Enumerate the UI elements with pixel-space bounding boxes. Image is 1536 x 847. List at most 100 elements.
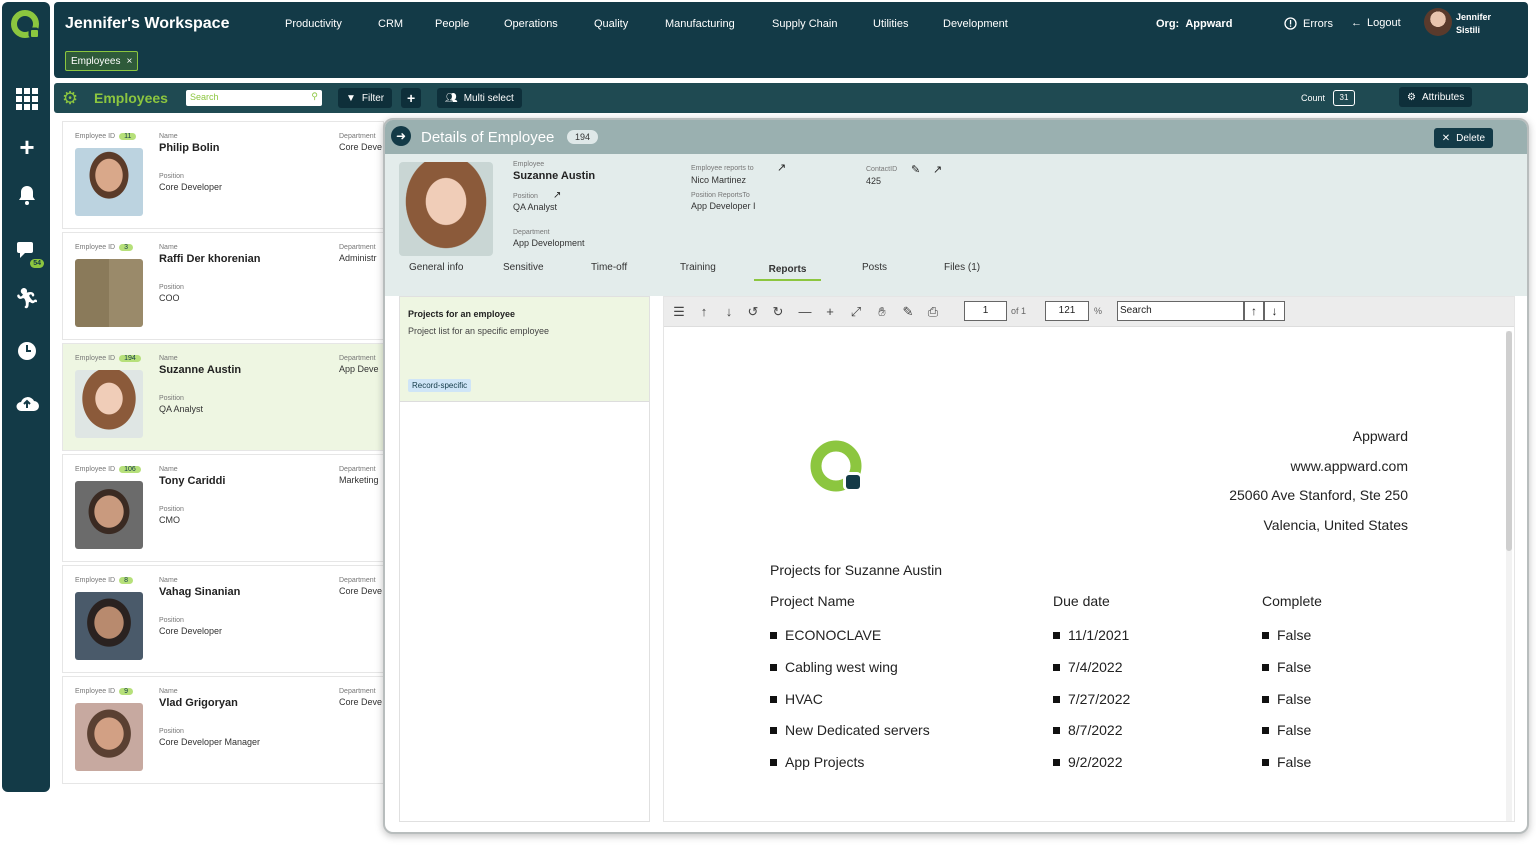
- name-label: Name: [159, 244, 178, 251]
- nav-productivity[interactable]: Productivity: [285, 18, 342, 30]
- nav-development[interactable]: Development: [943, 18, 1008, 30]
- bullet-icon: [770, 759, 777, 766]
- department-label: Department: [339, 688, 376, 695]
- zoom-input[interactable]: 121: [1045, 301, 1089, 321]
- zoom-in-icon[interactable]: +: [821, 304, 839, 320]
- chat-icon[interactable]: 54: [14, 238, 44, 268]
- delete-button[interactable]: ✕ Delete: [1433, 128, 1493, 148]
- open-tab-employees[interactable]: Employees ×: [65, 51, 139, 71]
- gear-icon: ⚙: [1407, 91, 1416, 103]
- logout-button[interactable]: ← Logout: [1351, 17, 1401, 29]
- employee-card[interactable]: Employee ID 11 Name Department Philip Bol…: [62, 121, 384, 229]
- filter-button[interactable]: ▼ Filter: [338, 88, 393, 108]
- add-icon[interactable]: +: [14, 134, 40, 160]
- viewer-scrollbar[interactable]: [1506, 331, 1512, 821]
- employee-id-badge: 9: [119, 688, 133, 695]
- org-selector[interactable]: Org: Appward: [1156, 18, 1232, 30]
- search-prev-icon[interactable]: ↑: [1244, 301, 1264, 321]
- bullet-icon: [1053, 632, 1060, 639]
- employee-name: Suzanne Austin: [159, 364, 242, 376]
- employee-card-selected[interactable]: Employee ID 194 Name Department Suzanne A…: [62, 343, 384, 451]
- search-next-icon[interactable]: ↓: [1264, 301, 1285, 321]
- apps-grid-icon[interactable]: [14, 86, 40, 112]
- search-placeholder: Search: [190, 92, 219, 102]
- multi-select-label: Multi select: [463, 92, 514, 104]
- tab-files[interactable]: Files (1): [944, 262, 980, 273]
- nav-utilities[interactable]: Utilities: [873, 18, 908, 30]
- menu-icon[interactable]: ☰: [670, 304, 688, 320]
- nav-crm[interactable]: CRM: [378, 18, 403, 30]
- gears-icon: ⚙: [62, 88, 79, 108]
- multi-select-button[interactable]: 👥︎ Multi select: [437, 88, 522, 108]
- employee-id-badge: 194: [119, 355, 141, 362]
- employee-card[interactable]: Employee ID 106 Name Department Tony Cari…: [62, 454, 384, 562]
- nav-quality[interactable]: Quality: [594, 18, 628, 30]
- tab-posts[interactable]: Posts: [862, 262, 887, 273]
- page-number-input[interactable]: 1: [964, 301, 1007, 321]
- employee-id-badge: 3: [119, 244, 133, 251]
- viewer-toolbar: ☰ ↑ ↓ ↺ ↻ — + ⤢ ✋︎ ✎ ⎙ 1 of 1 121 % Sear…: [664, 297, 1514, 327]
- employee-card[interactable]: Employee ID 9 Name Department Vlad Grigor…: [62, 676, 384, 784]
- nav-manufacturing[interactable]: Manufacturing: [665, 18, 735, 30]
- user-avatar[interactable]: [1424, 8, 1452, 36]
- print-icon[interactable]: ⎙: [924, 304, 942, 320]
- arrow-right-icon[interactable]: ➜: [391, 126, 411, 146]
- arrow-up-icon[interactable]: ↑: [695, 304, 713, 320]
- department-label: Department: [339, 133, 376, 140]
- search-input[interactable]: Search ⚲: [186, 90, 322, 106]
- rotate-left-icon[interactable]: ↺: [744, 304, 762, 320]
- employee-name: Tony Cariddi: [159, 475, 226, 487]
- appward-logo-icon[interactable]: [11, 10, 41, 40]
- external-link-icon[interactable]: ↗: [553, 190, 561, 201]
- department-label: Department: [339, 466, 376, 473]
- rotate-right-icon[interactable]: ↻: [769, 304, 787, 320]
- clock-icon[interactable]: [14, 338, 40, 364]
- close-icon[interactable]: ×: [126, 56, 132, 67]
- zoom-out-icon[interactable]: —: [796, 304, 814, 320]
- nav-people[interactable]: People: [435, 18, 469, 30]
- position-reports-value: App Developer I: [691, 201, 756, 211]
- external-link-icon[interactable]: ↗: [777, 161, 786, 174]
- external-link-icon[interactable]: ↗: [933, 163, 942, 176]
- employee-photo: [399, 162, 493, 256]
- attributes-button[interactable]: ⚙ Attributes: [1399, 87, 1473, 107]
- errors-button[interactable]: Errors: [1284, 17, 1333, 30]
- attributes-label: Attributes: [1421, 91, 1465, 103]
- user-last-name: Sistili: [1456, 25, 1481, 35]
- bullet-icon: [1053, 696, 1060, 703]
- employee-card[interactable]: Employee ID 3 Name Department Raffi Der k…: [62, 232, 384, 340]
- name-label: Name: [159, 688, 178, 695]
- tab-training[interactable]: Training: [680, 262, 716, 273]
- cloud-upload-icon[interactable]: [14, 390, 40, 416]
- tab-general-info[interactable]: General info: [409, 262, 463, 273]
- project-complete: False: [1262, 659, 1311, 675]
- tab-time-off[interactable]: Time-off: [591, 262, 627, 273]
- employee-position: Core Developer: [159, 626, 223, 636]
- nav-supply-chain[interactable]: Supply Chain: [772, 18, 837, 30]
- add-button[interactable]: +: [401, 88, 422, 108]
- employee-card[interactable]: Employee ID 8 Name Department Vahag Sinan…: [62, 565, 384, 673]
- employee-id-label: Employee ID 9: [75, 688, 133, 695]
- user-name[interactable]: Jennifer Sistili: [1456, 11, 1491, 37]
- annotate-pen-icon[interactable]: ✎: [899, 304, 917, 320]
- running-person-icon[interactable]: 🏃︎: [14, 286, 40, 312]
- fit-page-icon[interactable]: ⤢: [847, 304, 865, 320]
- employee-department: Administr: [339, 253, 377, 263]
- contact-id-value: 425: [866, 176, 882, 186]
- viewer-search-input[interactable]: Search: [1117, 301, 1244, 321]
- arrow-down-icon[interactable]: ↓: [720, 304, 738, 320]
- tab-sensitive[interactable]: Sensitive: [503, 262, 544, 273]
- scrollbar-thumb[interactable]: [1506, 331, 1512, 551]
- nav-operations[interactable]: Operations: [504, 18, 558, 30]
- employee-position: COO: [159, 293, 180, 303]
- column-complete: Complete: [1262, 593, 1322, 609]
- report-heading: Projects for Suzanne Austin: [770, 562, 942, 578]
- employee-id-label: Employee ID 11: [75, 133, 137, 140]
- pencil-icon[interactable]: ✎: [911, 163, 920, 176]
- report-title: Projects for an employee: [408, 309, 516, 319]
- report-item[interactable]: Projects for an employee Project list fo…: [400, 297, 649, 402]
- tab-reports[interactable]: Reports: [754, 264, 821, 281]
- name-label: Name: [159, 355, 178, 362]
- pan-hand-icon[interactable]: ✋︎: [873, 304, 891, 320]
- bell-icon[interactable]: [14, 182, 40, 208]
